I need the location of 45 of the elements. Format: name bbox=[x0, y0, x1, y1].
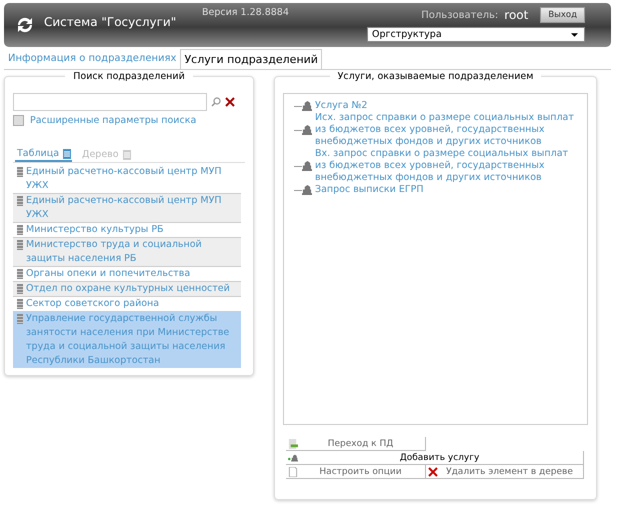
server-icon bbox=[15, 314, 25, 324]
version-label: Версия 1.28.8884 bbox=[202, 7, 289, 18]
server-icon bbox=[15, 299, 25, 309]
user-name: root bbox=[504, 8, 528, 22]
panel-title: Поиск подразделений bbox=[65, 71, 193, 82]
user-label: Пользователь: bbox=[421, 10, 498, 20]
building-icon bbox=[302, 101, 312, 111]
list-item[interactable]: Единый расчетно-кассовый центр МУП УЖХ bbox=[13, 194, 241, 223]
building-icon bbox=[302, 161, 312, 171]
search-field[interactable] bbox=[13, 93, 207, 111]
building-icon bbox=[302, 185, 312, 195]
tree-item[interactable]: Запрос выписки ЕГРП bbox=[315, 184, 424, 196]
search-icon bbox=[211, 97, 221, 107]
close-icon bbox=[225, 97, 235, 107]
tree-item[interactable]: Вх. запрос справки о размере социальных выплат из бюджетов всех уровней, государственных внебюджетных фондов и других источников bbox=[315, 148, 577, 184]
panel-title: Услуги, оказываемые подразделением bbox=[330, 71, 542, 82]
caret-icon bbox=[571, 32, 578, 36]
list-item[interactable]: Отдел по охране культурных ценностей bbox=[13, 282, 241, 297]
server-icon bbox=[15, 196, 25, 206]
server-icon bbox=[15, 225, 25, 235]
view-tab[interactable]: Дерево bbox=[80, 148, 132, 162]
app-title: Система "Госуслуги" bbox=[44, 15, 176, 29]
document-icon bbox=[288, 438, 298, 448]
close-icon bbox=[428, 466, 438, 476]
tree-item[interactable]: Услуга №2 bbox=[315, 100, 368, 112]
add-building-icon bbox=[288, 452, 298, 462]
tree-item[interactable]: Исх. запрос справки о размере социальных выплат из бюджетов всех уровней, государственных внебюджетных фондов и других источников bbox=[315, 112, 577, 148]
server-icon bbox=[15, 167, 25, 177]
section-select[interactable]: Оргструктура bbox=[367, 27, 585, 42]
action-button[interactable]: Переход к ПД bbox=[286, 437, 426, 451]
tree-icon bbox=[122, 150, 132, 160]
tab[interactable]: Услуги подразделений bbox=[180, 49, 322, 69]
server-icon bbox=[15, 284, 25, 294]
server-icon bbox=[15, 269, 25, 279]
building-icon bbox=[302, 125, 312, 135]
checkbox-label[interactable]: Расширенные параметры поиска bbox=[30, 115, 196, 126]
list-item[interactable]: Министерство труда и социальной защиты населения РБ bbox=[13, 238, 241, 267]
view-tab[interactable]: Таблица bbox=[15, 148, 72, 162]
action-button[interactable]: Удалить элемент в дереве bbox=[426, 465, 584, 479]
server-icon bbox=[15, 240, 25, 250]
list-item[interactable]: Управление государственной службы занятости населения при Министерстве труда и социальной защиты населения Республики Башкортостан bbox=[13, 312, 241, 368]
action-button[interactable]: Настроить опции bbox=[286, 465, 426, 479]
logout-button[interactable]: Выход bbox=[540, 7, 585, 23]
table-icon bbox=[62, 148, 72, 158]
checkbox[interactable] bbox=[13, 115, 24, 126]
